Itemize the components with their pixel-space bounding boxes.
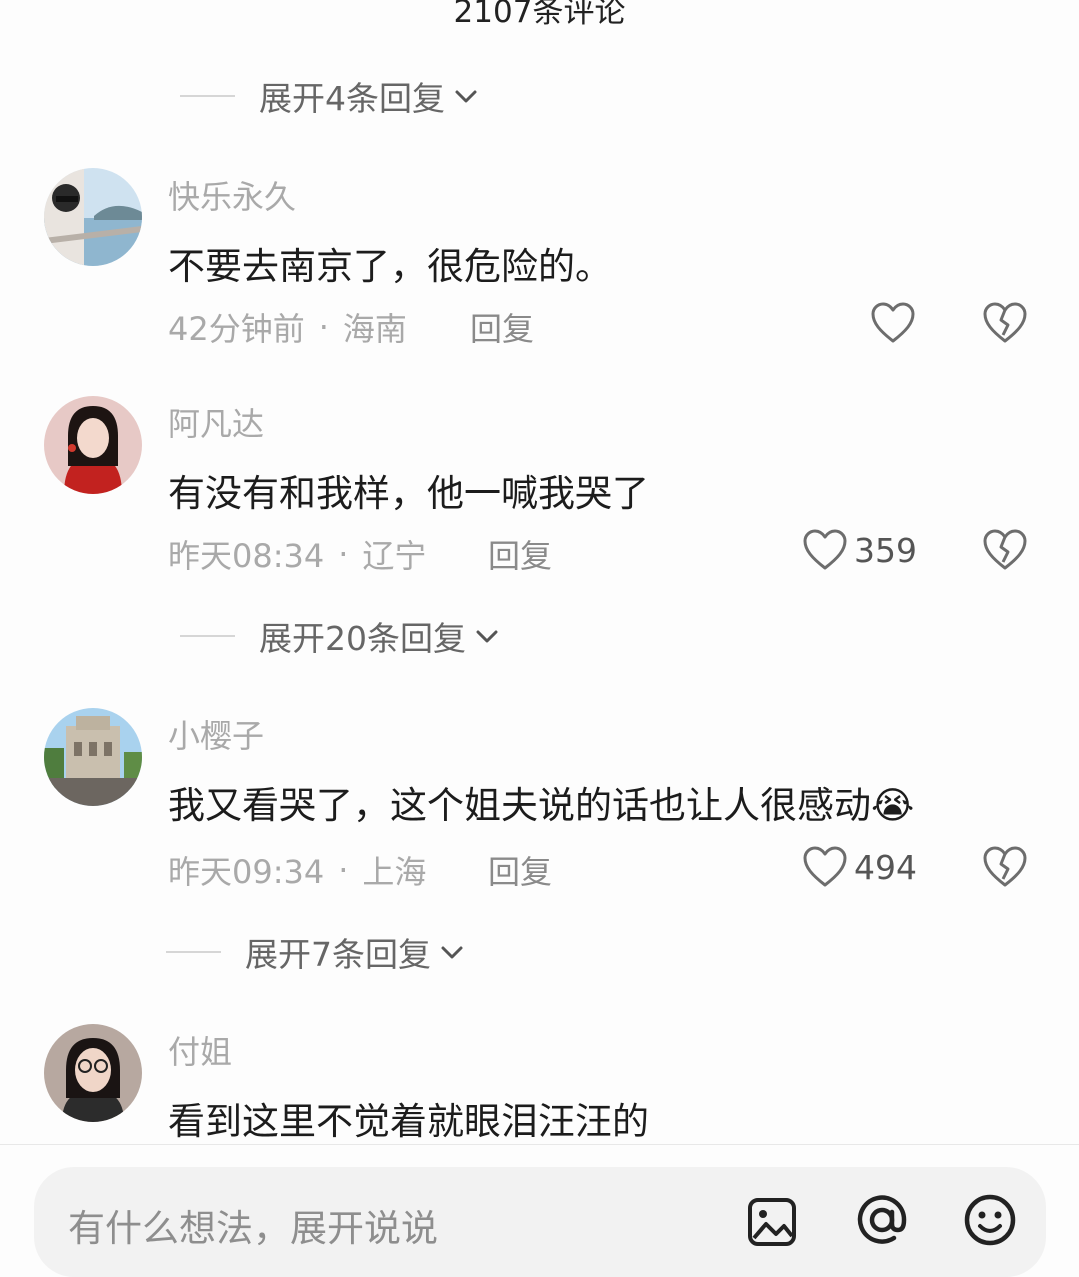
avatar-photo-woman-glasses-icon: [44, 1024, 142, 1122]
expand-replies-label: 展开20条回复: [259, 619, 466, 658]
avatar[interactable]: [44, 396, 142, 494]
comment-location: 上海: [362, 853, 427, 891]
comment-username[interactable]: 阿凡达: [168, 399, 264, 445]
reply-button[interactable]: 回复: [488, 847, 552, 893]
broken-heart-icon: [983, 846, 1027, 887]
comment-location: 海南: [342, 310, 407, 348]
comment-text: 不要去南京了，很危险的。: [168, 245, 612, 288]
dislike-button[interactable]: [982, 845, 1028, 893]
avatar-photo-sea-icon: [44, 168, 142, 266]
expand-replies-button[interactable]: 展开4条回复: [180, 72, 481, 120]
image-icon[interactable]: [746, 1196, 798, 1248]
chevron-down-icon: [455, 90, 477, 103]
broken-heart-icon: [983, 529, 1027, 570]
crying-emoji-icon: 😭: [871, 784, 915, 827]
expand-replies-button[interactable]: 展开7条回复: [166, 928, 467, 976]
heart-icon: [803, 846, 847, 887]
comment-text: 看到这里不觉着就眼泪汪汪的: [168, 1100, 649, 1143]
comment-meta: 昨天09:34 · 上海: [168, 847, 426, 893]
comment-username[interactable]: 小樱子: [168, 711, 264, 757]
comment-text: 我又看哭了，这个姐夫说的话也让人很感动😭: [168, 775, 914, 829]
comment-location: 辽宁: [362, 537, 427, 575]
expand-replies-label: 展开7条回复: [245, 935, 431, 974]
comment-username[interactable]: 快乐永久: [168, 172, 296, 218]
avatar[interactable]: [44, 1024, 142, 1122]
comment-text-body: 我又看哭了，这个姐夫说的话也让人很感动: [168, 784, 871, 827]
comment-time: 42分钟前: [168, 310, 305, 348]
heart-icon: [871, 302, 915, 343]
comments-count-title: 2107条评论: [453, 0, 626, 30]
like-count: 494: [854, 847, 917, 887]
at-icon[interactable]: [854, 1192, 910, 1248]
expand-replies-label: 展开4条回复: [259, 79, 445, 118]
heart-icon: [803, 529, 847, 570]
meta-separator: ·: [338, 851, 349, 889]
like-button[interactable]: [870, 301, 916, 345]
comment-time: 昨天09:34: [168, 853, 325, 891]
avatar[interactable]: [44, 168, 142, 266]
expand-line: [166, 951, 221, 953]
avatar-photo-woman-red-icon: [44, 396, 142, 494]
comment-meta: 昨天08:34 · 辽宁: [168, 531, 426, 577]
meta-separator: ·: [318, 308, 329, 346]
comment-input[interactable]: 有什么想法，展开说说: [68, 1198, 438, 1252]
chevron-down-icon: [441, 946, 463, 959]
reply-button[interactable]: 回复: [488, 531, 552, 577]
expand-line: [180, 95, 235, 97]
comment-username[interactable]: 付姐: [168, 1027, 232, 1073]
dislike-button[interactable]: [982, 301, 1028, 349]
comment-time: 昨天08:34: [168, 537, 325, 575]
divider: [0, 1144, 1079, 1145]
like-count: 359: [854, 530, 917, 570]
reply-button[interactable]: 回复: [470, 304, 534, 350]
comment-meta: 42分钟前 · 海南: [168, 304, 407, 350]
like-button[interactable]: 494: [802, 845, 917, 889]
chevron-down-icon: [476, 630, 498, 643]
expand-replies-button[interactable]: 展开20条回复: [180, 612, 502, 660]
broken-heart-icon: [983, 302, 1027, 343]
meta-separator: ·: [338, 535, 349, 573]
dislike-button[interactable]: [982, 528, 1028, 576]
avatar-photo-landmark-icon: [44, 708, 142, 806]
like-button[interactable]: 359: [802, 528, 917, 572]
emoji-icon[interactable]: [962, 1192, 1018, 1248]
expand-line: [180, 635, 235, 637]
comment-text: 有没有和我样，他一喊我哭了: [168, 472, 649, 515]
avatar[interactable]: [44, 708, 142, 806]
